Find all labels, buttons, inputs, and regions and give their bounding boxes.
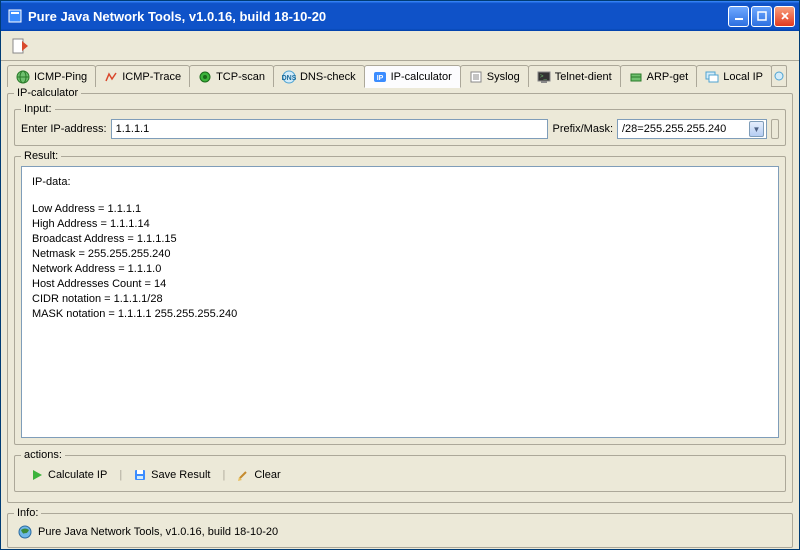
trace-icon — [104, 70, 118, 84]
app-icon — [7, 8, 23, 24]
info-text: Pure Java Network Tools, v1.0.16, build … — [38, 526, 278, 538]
info-group: Info: Pure Java Network Tools, v1.0.16, … — [7, 507, 793, 548]
title-bar: Pure Java Network Tools, v1.0.16, build … — [1, 1, 799, 31]
calculate-ip-button[interactable]: Calculate IP — [23, 467, 115, 483]
globe-icon — [16, 70, 30, 84]
result-line: CIDR notation = 1.1.1.1/28 — [32, 292, 768, 307]
result-line: Low Address = 1.1.1.1 — [32, 202, 768, 217]
result-header: IP-data: — [32, 175, 768, 190]
ip-address-label: Enter IP-address: — [21, 123, 107, 135]
disk-icon — [134, 469, 146, 481]
prefix-mask-label: Prefix/Mask: — [552, 123, 613, 135]
tab-label: ARP-get — [647, 71, 689, 83]
syslog-icon — [469, 70, 483, 84]
prefix-mask-value: /28=255.255.255.240 — [622, 123, 726, 135]
tab-label: Syslog — [487, 71, 520, 83]
dns-icon: DNS — [282, 70, 296, 84]
scan-icon — [198, 70, 212, 84]
globe-icon — [18, 525, 32, 539]
ip-address-input[interactable] — [111, 119, 549, 139]
localip-icon — [705, 70, 719, 84]
play-icon — [31, 469, 43, 481]
tab-label: ICMP-Trace — [122, 71, 181, 83]
tab-label: ICMP-Ping — [34, 71, 87, 83]
result-line: Host Addresses Count = 14 — [32, 277, 768, 292]
tab-arp-get[interactable]: ARP-get — [620, 65, 698, 87]
ip-calculator-panel: IP-calculator Input: Enter IP-address: P… — [7, 87, 793, 503]
tab-bar: ICMP-Ping ICMP-Trace TCP-scan DNS DNS-ch… — [1, 61, 799, 87]
main-toolbar — [1, 31, 799, 61]
tab-label: DNS-check — [300, 71, 356, 83]
svg-text:>_: >_ — [540, 74, 548, 80]
close-button[interactable] — [774, 6, 795, 27]
chevron-down-icon: ▼ — [749, 121, 764, 137]
panel-legend: IP-calculator — [14, 87, 81, 99]
tab-label: TCP-scan — [216, 71, 265, 83]
result-line: MASK notation = 1.1.1.1 255.255.255.240 — [32, 307, 768, 322]
prefix-mask-select[interactable]: /28=255.255.255.240 ▼ — [617, 119, 767, 139]
input-group: Input: Enter IP-address: Prefix/Mask: /2… — [14, 103, 786, 146]
tab-telnet-client[interactable]: >_ Telnet-dient — [528, 65, 621, 87]
clear-button[interactable]: Clear — [229, 467, 288, 483]
window-title: Pure Java Network Tools, v1.0.16, build … — [28, 9, 728, 24]
result-line: Netmask = 255.255.255.240 — [32, 247, 768, 262]
tab-ip-calculator[interactable]: IP IP-calculator — [364, 65, 461, 88]
telnet-icon: >_ — [537, 70, 551, 84]
tab-tcp-scan[interactable]: TCP-scan — [189, 65, 274, 87]
result-line: Network Address = 1.1.1.0 — [32, 262, 768, 277]
tab-dns-check[interactable]: DNS DNS-check — [273, 65, 365, 87]
info-legend: Info: — [14, 507, 41, 519]
result-legend: Result: — [21, 150, 61, 162]
exit-button[interactable] — [7, 34, 35, 58]
tab-icmp-ping[interactable]: ICMP-Ping — [7, 65, 96, 87]
tab-label: Local IP — [723, 71, 763, 83]
result-line: Broadcast Address = 1.1.1.15 — [32, 232, 768, 247]
button-label: Calculate IP — [48, 469, 107, 481]
ip-icon: IP — [373, 70, 387, 84]
button-label: Save Result — [151, 469, 210, 481]
tab-icmp-trace[interactable]: ICMP-Trace — [95, 65, 190, 87]
tab-local-ip[interactable]: Local IP — [696, 65, 772, 87]
separator: | — [119, 469, 122, 481]
separator: | — [222, 469, 225, 481]
save-result-button[interactable]: Save Result — [126, 467, 218, 483]
actions-group: actions: Calculate IP | Save Result | Cl… — [14, 449, 786, 492]
svg-text:IP: IP — [376, 75, 383, 82]
button-label: Clear — [254, 469, 280, 481]
result-text-area[interactable]: IP-data: Low Address = 1.1.1.1 High Addr… — [21, 166, 779, 438]
minimize-button[interactable] — [728, 6, 749, 27]
result-line: High Address = 1.1.1.14 — [32, 217, 768, 232]
tab-syslog[interactable]: Syslog — [460, 65, 529, 87]
svg-text:DNS: DNS — [282, 75, 296, 82]
actions-legend: actions: — [21, 449, 65, 461]
broom-icon — [237, 469, 249, 481]
result-group: Result: IP-data: Low Address = 1.1.1.1 H… — [14, 150, 786, 445]
tab-scroll-right[interactable] — [771, 65, 787, 87]
tab-label: Telnet-dient — [555, 71, 612, 83]
input-legend: Input: — [21, 103, 55, 115]
maximize-button[interactable] — [751, 6, 772, 27]
arp-icon — [629, 70, 643, 84]
input-end-button[interactable] — [771, 119, 779, 139]
tab-label: IP-calculator — [391, 71, 452, 83]
